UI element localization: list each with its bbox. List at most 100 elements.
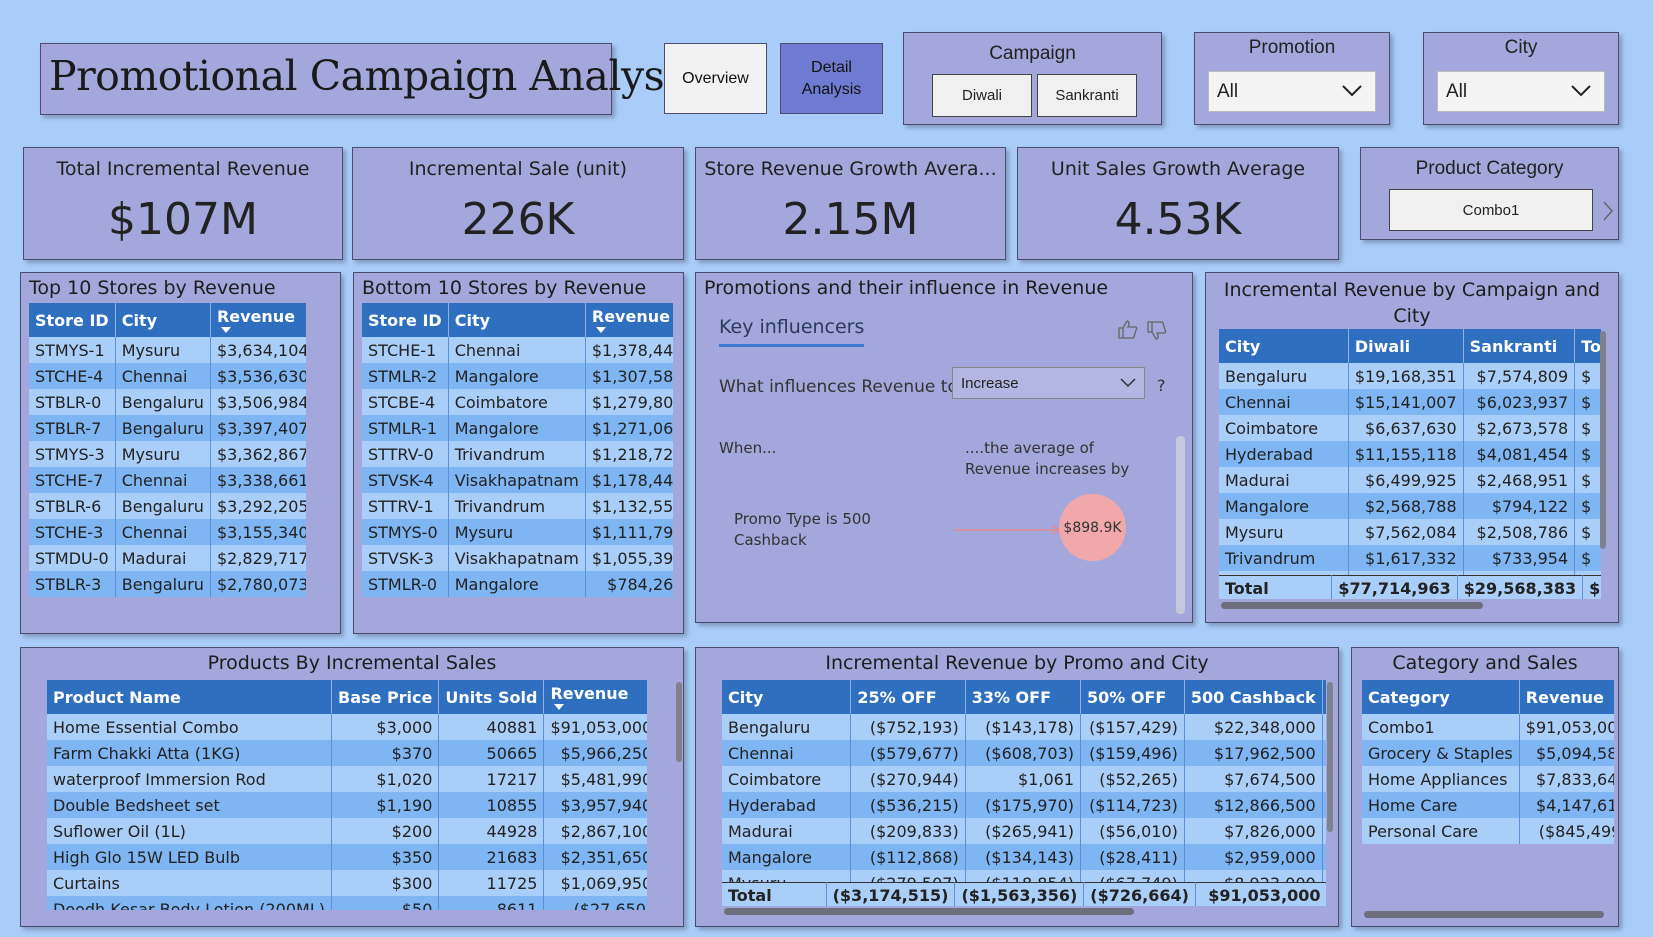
scrollbar[interactable] bbox=[1221, 602, 1483, 609]
scrollbar[interactable] bbox=[724, 908, 1134, 915]
column-header-category[interactable]: Category bbox=[1362, 680, 1520, 714]
products-title: Products By Incremental Sales bbox=[207, 652, 497, 674]
table-row[interactable]: Bengaluru ($752,193) ($143,178) ($157,429) $… bbox=[722, 714, 1326, 740]
table-row[interactable]: Coimbatore $6,637,630 $2,673,578 $ bbox=[1219, 415, 1601, 441]
column-header-33-off[interactable]: 33% OFF bbox=[965, 680, 1082, 714]
table-row[interactable]: STMYS-3 Mysuru $3,362,867 bbox=[29, 441, 306, 467]
table-row[interactable]: Hyderabad ($536,215) ($175,970) ($114,723) $… bbox=[722, 792, 1326, 818]
detail-analysis-button[interactable]: Detail Analysis bbox=[780, 43, 883, 114]
table-row[interactable]: Double Bedsheet set $1,190 10855 $3,957,940 bbox=[47, 792, 647, 818]
table-row[interactable]: STMDU-0 Madurai $2,829,717 bbox=[29, 545, 306, 571]
table-row[interactable]: Mysuru $7,562,084 $2,508,786 $ bbox=[1219, 519, 1601, 545]
table-cell: $2,780,073 bbox=[210, 571, 306, 597]
table-row[interactable]: STBLR-3 Bengaluru $2,780,073 bbox=[29, 571, 306, 597]
column-header-city[interactable]: City bbox=[1219, 329, 1349, 363]
impact-bubble[interactable]: $898.9K bbox=[1059, 494, 1126, 561]
chevron-right-icon[interactable] bbox=[1602, 200, 1614, 222]
table-row[interactable]: STMLR-2Mangalore$1,307,584 bbox=[362, 363, 673, 389]
table-row[interactable]: STVSK-4Visakhapatnam$1,178,448 bbox=[362, 467, 673, 493]
thumbs-down-icon[interactable] bbox=[1146, 321, 1168, 341]
column-header-base-price[interactable]: Base Price bbox=[331, 680, 440, 714]
table-row[interactable]: STCHE-4 Chennai $3,536,630 bbox=[29, 363, 306, 389]
column-header-revenue[interactable]: Revenue bbox=[210, 303, 306, 337]
table-row[interactable]: STCBE-4Coimbatore$1,279,802 bbox=[362, 389, 673, 415]
table-row[interactable]: Mangalore $2,568,788 $794,122 $ bbox=[1219, 493, 1601, 519]
table-row[interactable]: Mangalore ($112,868) ($134,143) ($28,411) $2… bbox=[722, 844, 1326, 870]
column-header-revenue[interactable]: Revenue bbox=[1519, 680, 1614, 714]
table-row[interactable]: Curtains $300 11725 $1,069,950 bbox=[47, 870, 647, 896]
scrollbar[interactable] bbox=[1327, 682, 1333, 832]
table-row[interactable]: Combo1$91,053,000 bbox=[1362, 714, 1614, 740]
column-header-store-id[interactable]: Store ID bbox=[362, 303, 449, 337]
table-row[interactable]: STMYS-0Mysuru$1,111,799 bbox=[362, 519, 673, 545]
column-header-city[interactable]: City bbox=[448, 303, 586, 337]
column-header-total[interactable]: To bbox=[1574, 329, 1601, 363]
table-cell: $ bbox=[1574, 519, 1601, 545]
table-row[interactable]: Suflower Oil (1L) $200 44928 $2,867,100 bbox=[47, 818, 647, 844]
column-header-diwali[interactable]: Diwali bbox=[1348, 329, 1464, 363]
table-row[interactable]: STVSK-3Visakhapatnam$1,055,396 bbox=[362, 545, 673, 571]
table-row[interactable]: STTRV-1Trivandrum$1,132,556 bbox=[362, 493, 673, 519]
table-row[interactable]: STMYS-1 Mysuru $3,634,104 bbox=[29, 337, 306, 363]
table-cell: ($159,496) bbox=[1080, 740, 1185, 766]
column-header-units-sold[interactable]: Units Sold bbox=[438, 680, 545, 714]
table-row[interactable]: Farm Chakki Atta (1KG) $370 50665 $5,966,25… bbox=[47, 740, 647, 766]
table-row[interactable]: Trivandrum $1,617,332 $733,954 $ bbox=[1219, 545, 1601, 571]
table-row[interactable]: STTRV-0Trivandrum$1,218,729 bbox=[362, 441, 673, 467]
table-row[interactable]: STCHE-7 Chennai $3,338,661 bbox=[29, 467, 306, 493]
scrollbar[interactable] bbox=[1364, 911, 1604, 918]
column-header-sankranti[interactable]: Sankranti bbox=[1463, 329, 1576, 363]
table-row[interactable]: STBLR-0 Bengaluru $3,506,984 bbox=[29, 389, 306, 415]
table-row[interactable]: Chennai $15,141,007 $6,023,937 $ bbox=[1219, 389, 1601, 415]
table-row[interactable]: Home Appliances$7,833,640 bbox=[1362, 766, 1614, 792]
column-header-500-cashback[interactable]: 500 Cashback bbox=[1184, 680, 1323, 714]
city-dropdown[interactable]: All bbox=[1437, 71, 1605, 112]
key-influencers-tab[interactable]: Key influencers bbox=[719, 316, 865, 347]
table-row[interactable]: waterproof Immersion Rod $1,020 17217 $5,48… bbox=[47, 766, 647, 792]
table-row[interactable]: High Glo 15W LED Bulb $350 21683 $2,351,650 bbox=[47, 844, 647, 870]
column-header-revenue[interactable]: Revenue bbox=[543, 680, 647, 714]
product-category-option-combo1[interactable]: Combo1 bbox=[1389, 189, 1593, 231]
table-row[interactable]: Doodh Kesar Body Lotion (200ML) $50 8611 ($… bbox=[47, 896, 647, 910]
table-row[interactable]: Coimbatore ($270,944) $1,061 ($52,265) $7,67… bbox=[722, 766, 1326, 792]
table-row[interactable]: Madurai ($209,833) ($265,941) ($56,010) $7,8… bbox=[722, 818, 1326, 844]
overview-button[interactable]: Overview bbox=[664, 43, 767, 114]
influence-direction-dropdown[interactable]: Increase bbox=[952, 367, 1145, 399]
table-row[interactable]: Grocery & Staples$5,094,588 bbox=[1362, 740, 1614, 766]
table-row[interactable]: Hyderabad $11,155,118 $4,081,454 $ bbox=[1219, 441, 1601, 467]
sort-descending-icon bbox=[554, 704, 565, 710]
table-row[interactable]: Personal Care($845,499) bbox=[1362, 818, 1614, 844]
scrollbar[interactable] bbox=[676, 682, 682, 762]
table-row[interactable]: Chennai ($579,677) ($608,703) ($159,496) $17… bbox=[722, 740, 1326, 766]
table-row[interactable]: STBLR-7 Bengaluru $3,397,407 bbox=[29, 415, 306, 441]
table-row[interactable]: Mysuru($279,507)($118,854)($67,749)$8,92… bbox=[722, 870, 1326, 882]
column-header-50-off[interactable]: 50% OFF bbox=[1080, 680, 1185, 714]
column-header-25-off[interactable]: 25% OFF bbox=[850, 680, 966, 714]
scrollbar[interactable] bbox=[1600, 331, 1606, 549]
thumbs-up-icon[interactable] bbox=[1117, 319, 1139, 339]
city-slicer-title: City bbox=[1504, 37, 1538, 58]
table-row[interactable]: Madurai $6,499,925 $2,468,951 $ bbox=[1219, 467, 1601, 493]
influencer-factor[interactable]: Promo Type is 500 Cashback bbox=[734, 509, 874, 551]
table-row[interactable]: STMLR-0Mangalore$784,261 bbox=[362, 571, 673, 597]
table-row[interactable]: STCHE-1Chennai$1,378,444 bbox=[362, 337, 673, 363]
scrollbar[interactable] bbox=[1176, 436, 1185, 614]
promotion-dropdown[interactable]: All bbox=[1208, 71, 1376, 112]
table-row[interactable]: Home Essential Combo $3,000 40881 $91,053,0… bbox=[47, 714, 647, 740]
column-header-city[interactable]: City bbox=[722, 680, 852, 714]
kpi-card-unit-sales-growth: Unit Sales Growth Average 4.53K bbox=[1017, 147, 1339, 260]
column-header-revenue[interactable]: Revenue bbox=[585, 303, 673, 337]
table-row[interactable]: Home Care$4,147,616 bbox=[1362, 792, 1614, 818]
table-row[interactable]: STBLR-6 Bengaluru $3,292,205 bbox=[29, 493, 306, 519]
table-row[interactable]: Bengaluru $19,168,351 $7,574,809 $ bbox=[1219, 363, 1601, 389]
table-row[interactable]: STMLR-1Mangalore$1,271,064 bbox=[362, 415, 673, 441]
column-header-store-id[interactable]: Store ID bbox=[29, 303, 116, 337]
column-header-city[interactable]: City bbox=[115, 303, 211, 337]
help-icon[interactable]: ? bbox=[1157, 376, 1166, 395]
campaign-option-sankranti[interactable]: Sankranti bbox=[1037, 74, 1137, 117]
column-header-bogof[interactable]: B bbox=[1322, 680, 1326, 714]
table-row[interactable]: STCHE-3 Chennai $3,155,340 bbox=[29, 519, 306, 545]
column-header-product-name[interactable]: Product Name bbox=[47, 680, 332, 714]
table-cell: Farm Chakki Atta (1KG) bbox=[47, 740, 332, 766]
campaign-option-diwali[interactable]: Diwali bbox=[932, 74, 1032, 117]
